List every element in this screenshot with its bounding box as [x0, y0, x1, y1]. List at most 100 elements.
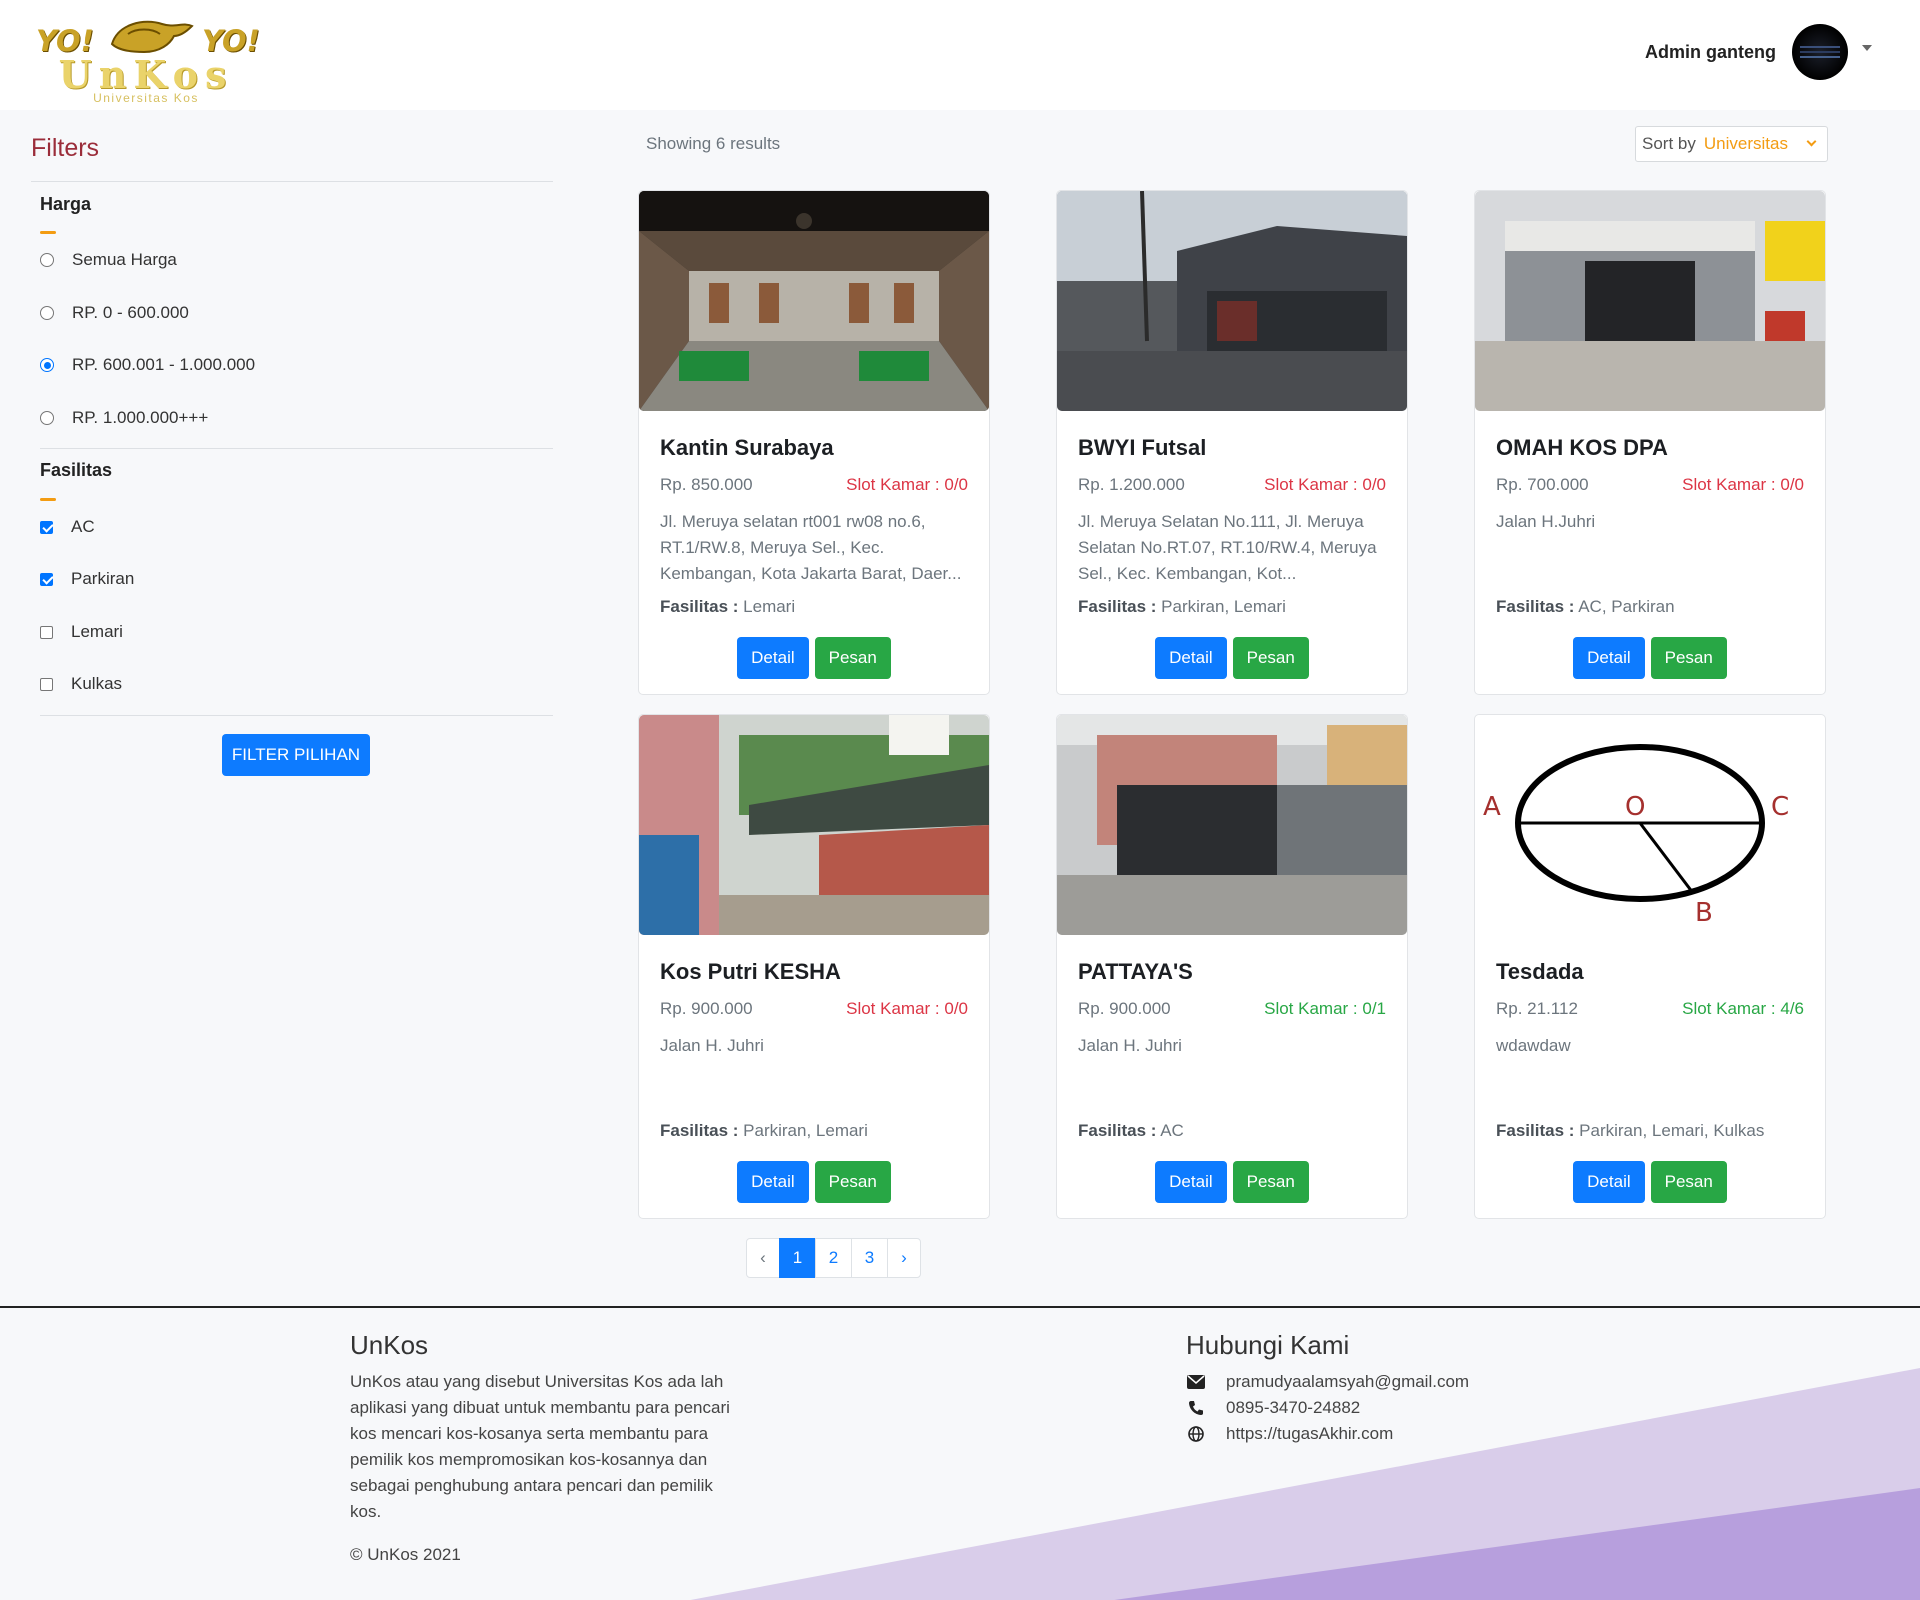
next-page-button[interactable]: › — [887, 1238, 921, 1278]
divider — [31, 181, 553, 182]
pesan-button[interactable]: Pesan — [1650, 637, 1727, 679]
page-3-button[interactable]: 3 — [851, 1238, 888, 1278]
contact-email-text[interactable]: pramudyaalamsyah@gmail.com — [1226, 1372, 1469, 1392]
footer-wave-decoration — [690, 1368, 1920, 1600]
kos-address: Jalan H. Juhri — [1078, 1036, 1182, 1055]
option-label: RP. 600.001 - 1.000.000 — [72, 355, 256, 374]
pesan-button[interactable]: Pesan — [1232, 637, 1309, 679]
kos-photo[interactable] — [1057, 191, 1407, 411]
facilities-label: Fasilitas : — [660, 1121, 739, 1140]
footer-about-text: UnKos atau yang disebut Universitas Kos … — [350, 1372, 730, 1521]
sort-select[interactable]: Sort by Universitas — [1635, 126, 1828, 162]
facilities-label: Fasilitas : — [1078, 597, 1157, 616]
pesan-button[interactable]: Pesan — [1650, 1161, 1727, 1203]
radio-button-selected[interactable] — [40, 358, 54, 372]
kos-card: OMAH KOS DPA Rp. 700.000 Slot Kamar : 0/… — [1474, 190, 1826, 695]
fasilitas-option-ac[interactable]: AC — [40, 517, 95, 537]
harga-option-semua[interactable]: Semua Harga — [40, 250, 177, 270]
detail-button[interactable]: Detail — [1155, 637, 1227, 679]
kos-title[interactable]: Tesdada — [1496, 959, 1584, 985]
facilities-label: Fasilitas : — [1496, 1121, 1575, 1140]
envelope-icon — [1186, 1372, 1206, 1392]
detail-button[interactable]: Detail — [737, 637, 809, 679]
checkbox[interactable] — [40, 677, 53, 691]
kos-price: Rp. 900.000 — [660, 999, 753, 1018]
sort-label: Sort by — [1642, 134, 1696, 153]
avatar[interactable] — [1792, 24, 1848, 80]
kos-photo[interactable]: A O C B — [1475, 715, 1825, 935]
kos-card: A O C B Tesdada Rp. 21.112 Slot Kamar : … — [1474, 714, 1826, 1219]
fasilitas-option-parkiran[interactable]: Parkiran — [40, 569, 134, 589]
fasilitas-option-lemari[interactable]: Lemari — [40, 622, 123, 642]
fasilitas-title: Fasilitas — [40, 460, 113, 480]
kos-photo[interactable] — [1475, 191, 1825, 411]
facilities-value: Lemari — [743, 597, 796, 616]
kos-address: Jl. Meruya selatan rt001 rw08 no.6, RT.1… — [660, 512, 962, 583]
facilities-value: Parkiran, Lemari — [1161, 597, 1286, 616]
contact-phone[interactable]: 0895-3470-24882 — [1186, 1395, 1469, 1421]
fasilitas-option-kulkas[interactable]: Kulkas — [40, 674, 122, 694]
detail-button[interactable]: Detail — [1573, 637, 1645, 679]
kos-title[interactable]: BWYI Futsal — [1078, 435, 1206, 461]
harga-option-600-1000[interactable]: RP. 600.001 - 1.000.000 — [40, 355, 255, 375]
sort-value: Universitas — [1703, 134, 1788, 153]
kos-title[interactable]: Kantin Surabaya — [660, 435, 834, 461]
harga-title: Harga — [40, 194, 92, 214]
kos-photo[interactable] — [639, 715, 989, 935]
card-actions: Detail Pesan — [1057, 1161, 1407, 1203]
kos-facilities: Fasilitas : Parkiran, Lemari, Kulkas — [1496, 1121, 1764, 1141]
kos-slot: Slot Kamar : 0/0 — [1264, 475, 1386, 494]
contact-website[interactable]: https://tugasAkhir.com — [1186, 1421, 1469, 1447]
kos-facilities: Fasilitas : AC — [1078, 1121, 1184, 1141]
detail-button[interactable]: Detail — [1573, 1161, 1645, 1203]
pesan-button[interactable]: Pesan — [814, 637, 891, 679]
kos-photo[interactable] — [1057, 715, 1407, 935]
option-label: RP. 1.000.000+++ — [72, 408, 209, 427]
contact-phone-text[interactable]: 0895-3470-24882 — [1226, 1398, 1360, 1418]
footer: UnKos UnKos atau yang disebut Universita… — [0, 1306, 1920, 1600]
harga-option-0-600[interactable]: RP. 0 - 600.000 — [40, 303, 189, 323]
checkbox[interactable] — [40, 625, 53, 639]
checkbox-checked[interactable] — [40, 520, 53, 534]
diagram-label-a: A — [1483, 792, 1501, 822]
radio-button[interactable] — [40, 306, 54, 320]
facilities-value: AC, Parkiran — [1578, 597, 1675, 616]
detail-button[interactable]: Detail — [1155, 1161, 1227, 1203]
footer-contact-title: Hubungi Kami — [1186, 1330, 1350, 1360]
user-menu[interactable]: Admin ganteng — [1645, 24, 1872, 80]
pagination: ‹ 1 2 3 › — [746, 1238, 921, 1278]
prev-page-button[interactable]: ‹ — [746, 1238, 780, 1278]
page-1-button[interactable]: 1 — [779, 1238, 816, 1278]
kos-title[interactable]: OMAH KOS DPA — [1496, 435, 1668, 461]
harga-option-1000-plus[interactable]: RP. 1.000.000+++ — [40, 408, 208, 428]
filter-button[interactable]: FILTER PILIHAN — [222, 734, 370, 776]
unkos-logo[interactable]: YO! YO! UnKos Universitas Kos — [32, 14, 260, 104]
kos-address: Jalan H. Juhri — [660, 1036, 764, 1055]
radio-button[interactable] — [40, 253, 54, 267]
kos-photo[interactable] — [639, 191, 989, 411]
kos-facilities: Fasilitas : Lemari — [660, 597, 795, 617]
page-2-button[interactable]: 2 — [815, 1238, 852, 1278]
divider — [40, 715, 553, 716]
card-actions: Detail Pesan — [1475, 1161, 1825, 1203]
pesan-button[interactable]: Pesan — [1232, 1161, 1309, 1203]
contact-website-text[interactable]: https://tugasAkhir.com — [1226, 1424, 1393, 1444]
kos-card: Kos Putri KESHA Rp. 900.000 Slot Kamar :… — [638, 714, 990, 1219]
user-name[interactable]: Admin ganteng — [1645, 42, 1776, 63]
card-actions: Detail Pesan — [1475, 637, 1825, 679]
contact-email[interactable]: pramudyaalamsyah@gmail.com — [1186, 1369, 1469, 1395]
pesan-button[interactable]: Pesan — [814, 1161, 891, 1203]
facilities-value: AC — [1160, 1121, 1184, 1140]
accent-underline — [40, 231, 56, 234]
diagram-label-c: C — [1771, 792, 1789, 822]
logo-tagline: Universitas Kos — [93, 91, 199, 105]
kos-title[interactable]: Kos Putri KESHA — [660, 959, 841, 985]
checkbox-checked[interactable] — [40, 572, 53, 586]
kos-slot: Slot Kamar : 0/0 — [1682, 475, 1804, 494]
detail-button[interactable]: Detail — [737, 1161, 809, 1203]
caret-down-icon[interactable] — [1862, 45, 1872, 51]
kos-title[interactable]: PATTAYA'S — [1078, 959, 1193, 985]
kos-slot: Slot Kamar : 0/1 — [1264, 999, 1386, 1018]
facilities-value: Parkiran, Lemari, Kulkas — [1579, 1121, 1765, 1140]
radio-button[interactable] — [40, 411, 54, 425]
